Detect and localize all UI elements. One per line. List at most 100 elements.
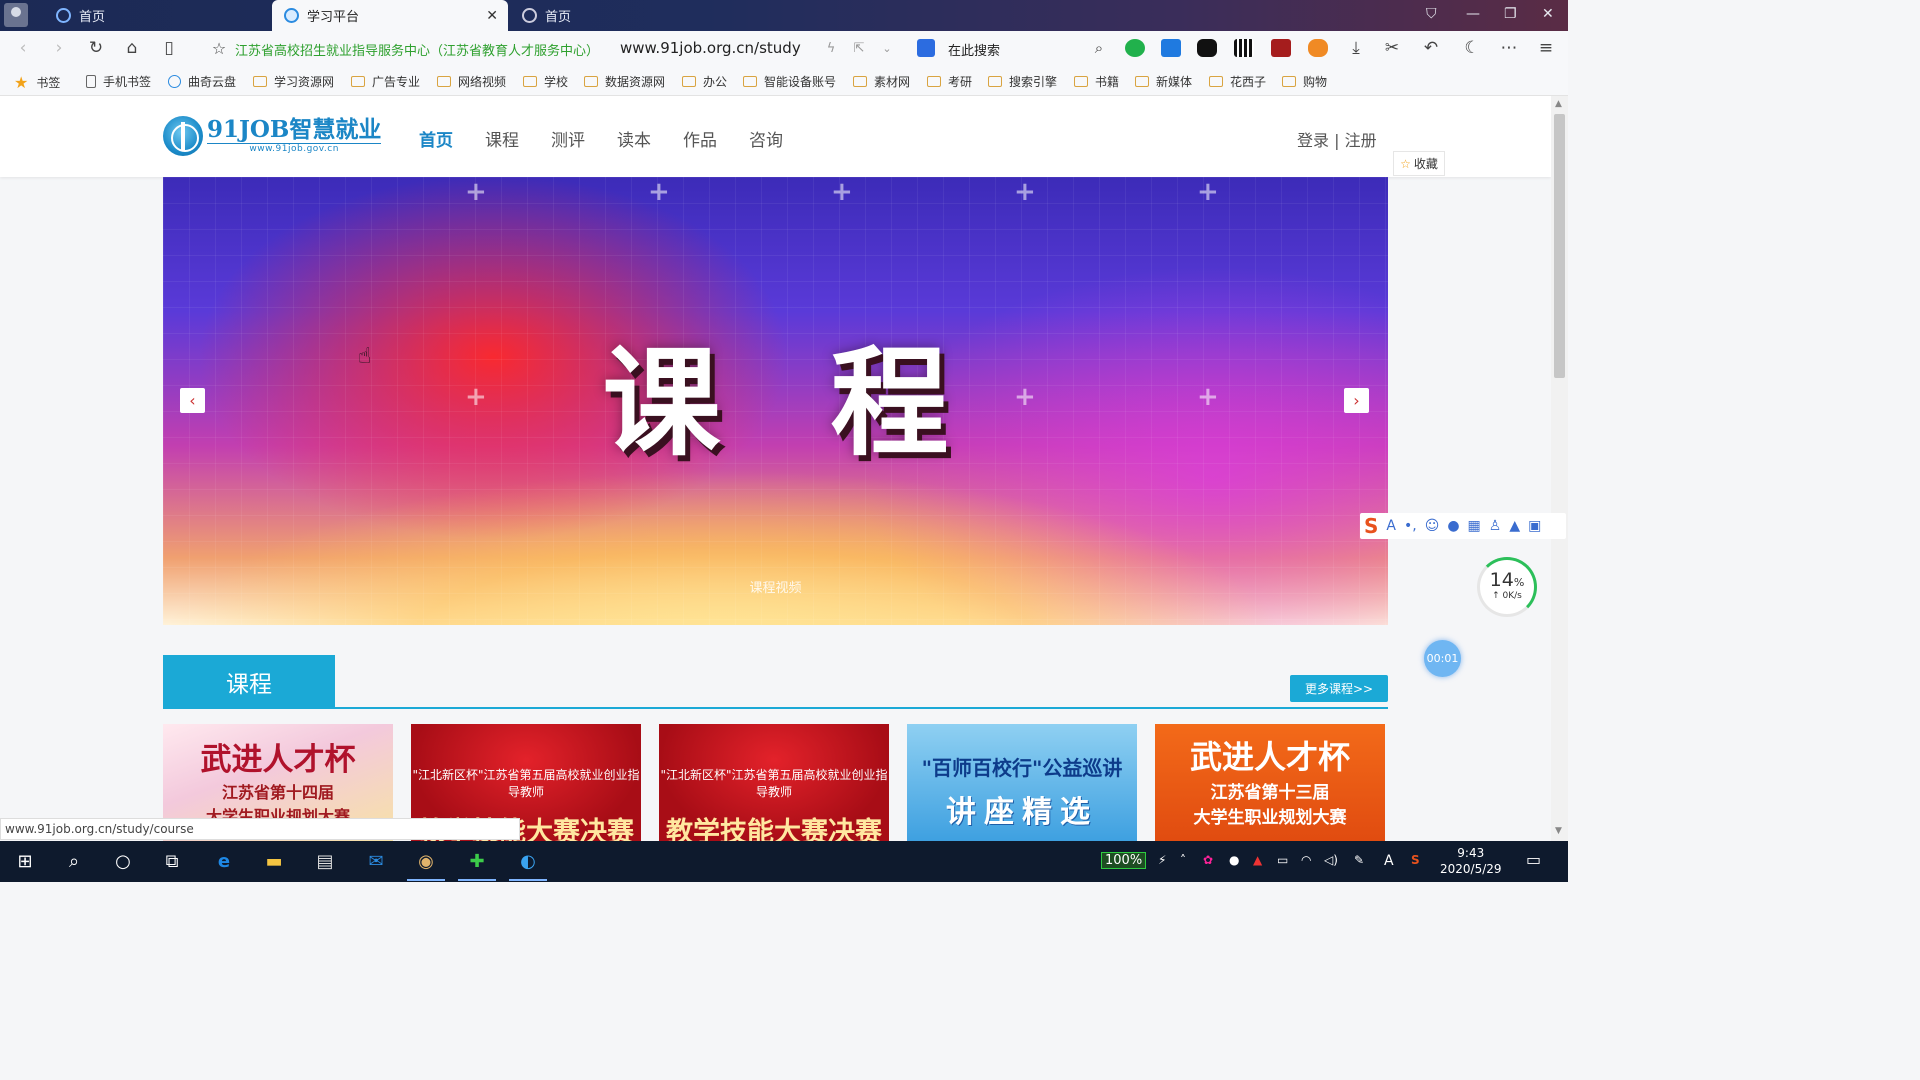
search-engine-icon[interactable] [917,39,935,57]
mail-icon[interactable]: ✉ [363,849,389,873]
security-icon[interactable]: ▲ [1253,853,1262,867]
ime-lang-icon[interactable]: A [1386,518,1396,534]
search-icon[interactable]: ⌕ [61,849,87,873]
bookmark-folder[interactable]: 素材网 [853,73,910,90]
bookmark-folder[interactable]: 搜索引擎 [988,73,1057,90]
volume-icon[interactable]: ◁) [1324,853,1338,867]
grid-icon[interactable]: ▣ [1528,518,1541,534]
battery-indicator[interactable]: 100% [1101,852,1147,869]
nav-courses[interactable]: 课程 [485,126,519,151]
store-icon[interactable]: ▤ [312,849,338,873]
tray-app-icon[interactable]: ✿ [1203,853,1213,867]
qr-code-icon[interactable] [1234,39,1254,57]
chevron-up-icon[interactable]: ˄ [1180,853,1186,867]
banner-prev-arrow-icon[interactable]: ‹ [180,388,205,413]
battery-icon[interactable]: ▭ [1277,853,1288,867]
refresh-icon[interactable]: ↻ [85,37,107,59]
bookmark-folder[interactable]: 书籍 [1074,73,1119,90]
nav-home[interactable]: 首页 [419,126,453,151]
sogou-tray-icon[interactable]: S [1411,853,1420,867]
bookmark-folder[interactable]: 新媒体 [1135,73,1192,90]
nav-consult[interactable]: 咨询 [749,126,783,151]
recording-timer[interactable]: 00:01 [1424,640,1461,677]
home-icon[interactable]: ⌂ [121,37,143,59]
sogou-ime-icon[interactable]: S [1364,514,1378,538]
extension-icon[interactable] [1197,39,1217,57]
bookmark-folder[interactable]: 花西子 [1209,73,1266,90]
close-window-icon[interactable]: ✕ [1542,6,1554,22]
translate-icon[interactable] [1161,39,1181,57]
bookmark-item[interactable]: 曲奇云盘 [168,73,236,90]
tab-home-1[interactable]: 首页 [44,0,270,31]
bookmark-folder[interactable]: 数据资源网 [584,73,665,90]
download-icon[interactable]: ⤓ [1345,37,1367,59]
login-link[interactable]: 登录 [1297,131,1329,150]
bookmark-folder[interactable]: 智能设备账号 [743,73,836,90]
qq-browser-icon[interactable]: ◐ [509,849,547,881]
app-icon[interactable]: ◉ [407,849,445,881]
bookmark-star-icon[interactable]: ☆ [208,37,230,59]
bookmark-folder[interactable]: 广告专业 [351,73,420,90]
page-scrollbar[interactable]: ▲ ▼ [1551,96,1568,841]
tab-home-2[interactable]: 首页 [510,0,740,31]
undo-icon[interactable]: ↶ [1420,37,1442,59]
restore-icon[interactable]: ❐ [1504,6,1517,22]
notification-icon[interactable]: ▭ [1526,850,1541,869]
ime-punct-icon[interactable]: •, [1404,518,1417,534]
bookmark-folder[interactable]: 学校 [523,73,568,90]
windows-start-icon[interactable]: ⊞ [12,849,38,873]
bookmark-item[interactable]: ★ 书签 [14,73,60,92]
user-icon[interactable]: ♙ [1489,518,1502,534]
scroll-thumb[interactable] [1554,114,1565,378]
bookmark-folder[interactable]: 购物 [1282,73,1327,90]
scroll-down-icon[interactable]: ▼ [1555,826,1562,836]
site-logo[interactable]: 91JOB智慧就业 www.91job.gov.cn [163,116,382,156]
bookmark-folder[interactable]: 网络视频 [437,73,506,90]
nav-reader[interactable]: 读本 [617,126,651,151]
banner-next-arrow-icon[interactable]: › [1344,388,1369,413]
user-avatar[interactable] [4,3,28,27]
skin-icon[interactable]: ▲ [1509,518,1520,534]
forward-icon[interactable]: › [48,37,70,59]
scissors-icon[interactable]: ✂ [1381,37,1403,59]
bookmark-folder[interactable]: 学习资源网 [253,73,334,90]
cortana-icon[interactable]: ○ [110,849,136,873]
keyboard-icon[interactable]: ▦ [1468,518,1481,534]
close-tab-icon[interactable]: ✕ [486,8,498,24]
hero-banner[interactable]: + + + + + + + + 课程 课程视频 ‹ › [163,177,1388,625]
microphone-icon[interactable]: ● [1447,518,1459,534]
search-input[interactable]: 在此搜索 [948,40,1000,59]
chevron-down-icon[interactable]: ⌄ [876,37,898,59]
course-card[interactable]: "百师百校行"公益巡讲 讲座精选 [907,724,1137,841]
emoji-icon[interactable]: ☺ [1425,518,1440,534]
edge-browser-icon[interactable]: e [211,849,237,873]
register-link[interactable]: 注册 [1345,131,1377,150]
search-icon[interactable]: ⌕ [1088,37,1110,59]
tab-study-platform[interactable]: 学习平台 ✕ [272,0,508,31]
bookmark-folder[interactable]: 考研 [927,73,972,90]
course-card[interactable]: 武进人才杯 江苏省第十三届 大学生职业规划大赛 [1155,724,1385,841]
wechat-icon[interactable] [1125,39,1145,57]
input-method-indicator[interactable]: A [1384,853,1394,869]
wifi-icon[interactable]: ◠ [1301,853,1311,867]
lightning-icon[interactable]: ϟ [820,37,842,59]
menu-icon[interactable]: ≡ [1535,37,1557,59]
nav-assessment[interactable]: 测评 [551,126,585,151]
shirt-skin-icon[interactable]: ⛉ [1426,6,1437,22]
favorite-button[interactable]: ☆ 收藏 [1393,151,1445,176]
more-icon[interactable]: ⋯ [1498,37,1520,59]
scroll-up-icon[interactable]: ▲ [1555,99,1562,109]
minimize-icon[interactable]: — [1466,6,1480,22]
nav-works[interactable]: 作品 [683,126,717,151]
plug-icon[interactable]: ⚡ [1158,853,1166,867]
reading-mode-icon[interactable]: ▯ [158,37,180,59]
microphone-icon[interactable]: ● [1229,853,1239,867]
course-card[interactable]: "江北新区杯"江苏省第五届高校就业创业指导教师 教学技能大赛决赛 [659,724,889,841]
task-view-icon[interactable]: ⧉ [159,849,185,873]
share-icon[interactable]: ⇱ [848,37,870,59]
bookmark-folder[interactable]: 办公 [682,73,727,90]
night-mode-icon[interactable]: ☾ [1461,37,1483,59]
pdf-icon[interactable] [1271,39,1291,57]
game-icon[interactable] [1308,39,1328,57]
back-icon[interactable]: ‹ [12,37,34,59]
